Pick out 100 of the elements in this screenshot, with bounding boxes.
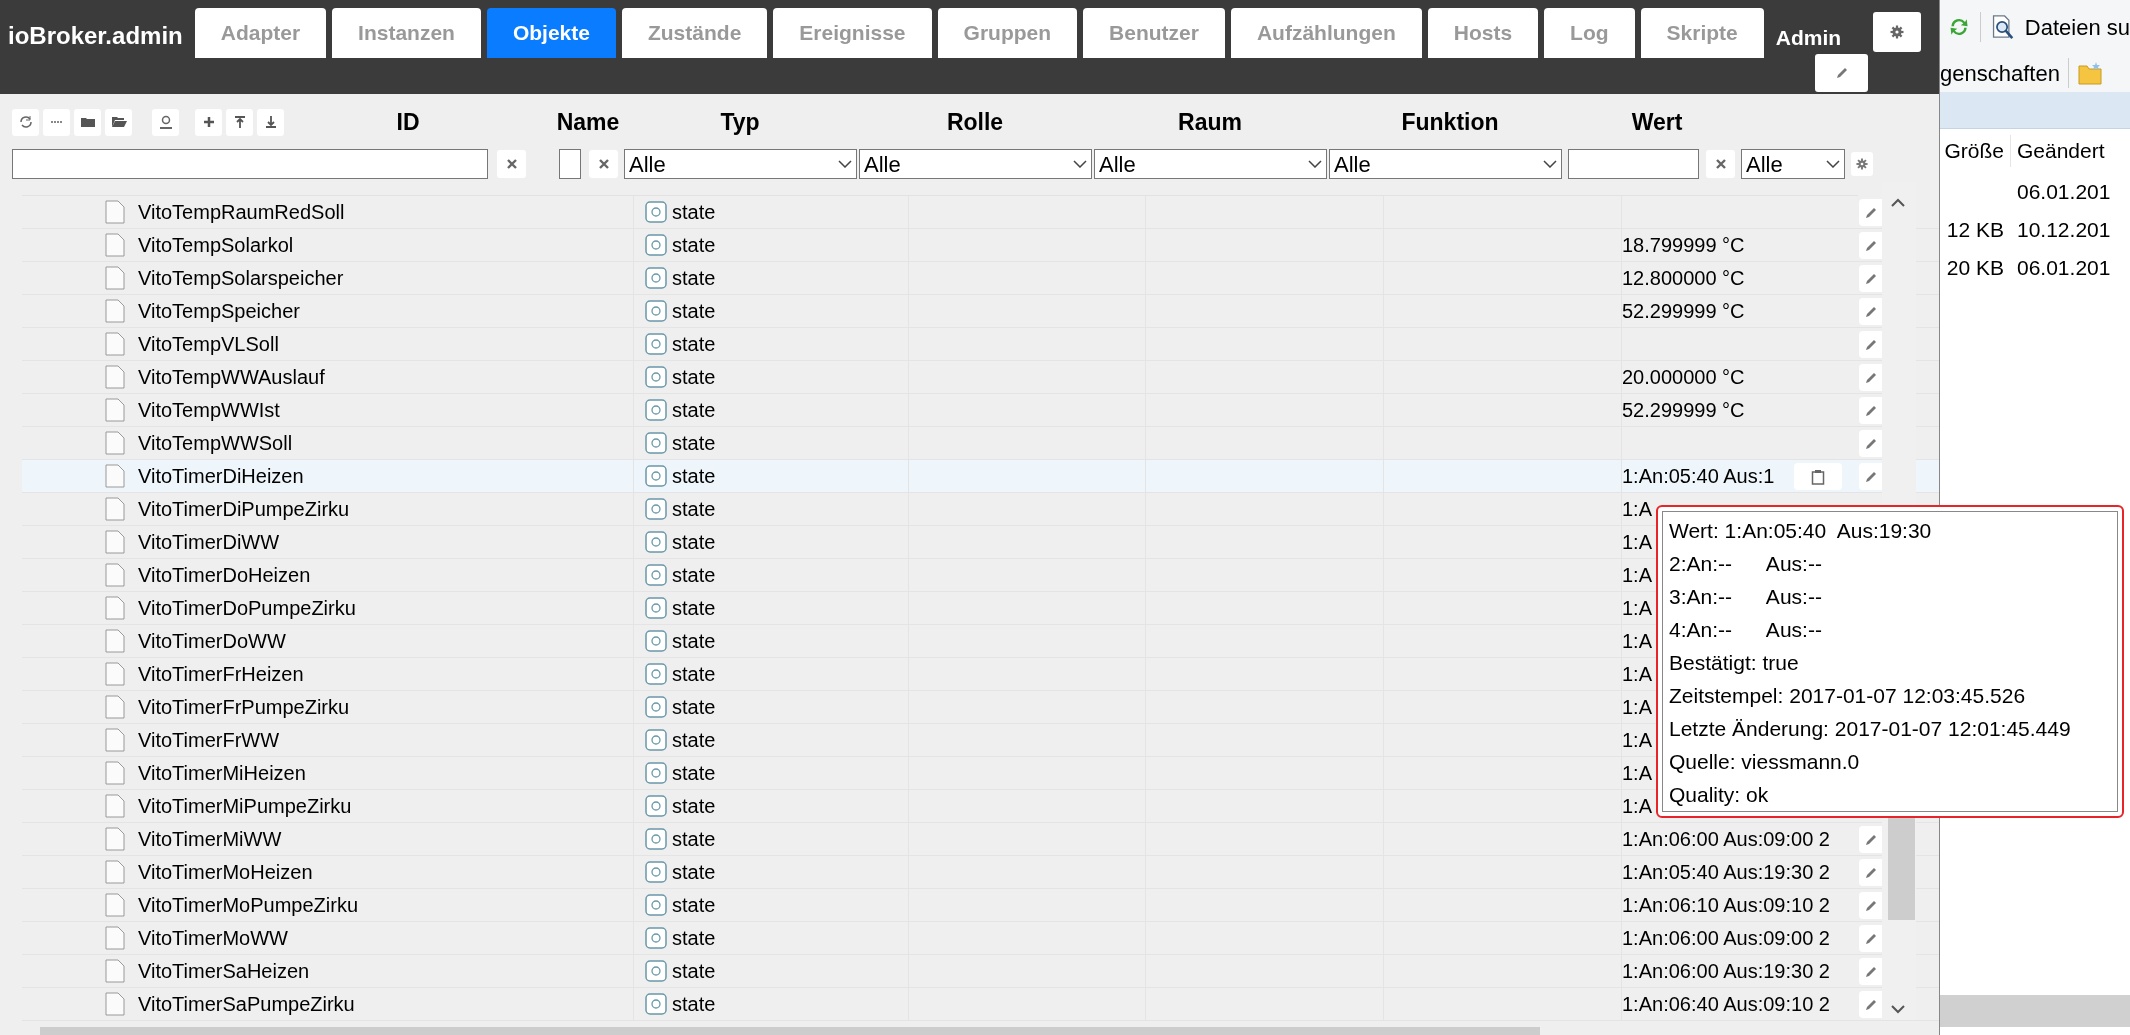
object-value: 1:A: [1622, 629, 1653, 654]
dropdown-caret-icon: [1826, 160, 1840, 168]
object-id[interactable]: VitoTempWWAuslauf: [138, 362, 325, 392]
object-id[interactable]: VitoTimerSaHeizen: [138, 956, 310, 986]
id-filter-field[interactable]: [12, 149, 488, 179]
column-header[interactable]: Geändert: [2010, 135, 2105, 167]
select-field[interactable]: Alle: [1329, 149, 1562, 179]
tab[interactable]: Objekte: [486, 8, 616, 58]
edit-button[interactable]: [1859, 463, 1883, 490]
object-id[interactable]: VitoTimerDoPumpeZirku: [138, 593, 356, 623]
object-id[interactable]: VitoTimerFrPumpeZirku: [138, 692, 350, 722]
object-value: 1:A: [1622, 662, 1653, 687]
object-id[interactable]: VitoTimerMiWW: [138, 824, 282, 854]
file-date: 06.01.201: [2016, 255, 2111, 282]
object-id[interactable]: VitoTimerFrWW: [138, 725, 280, 755]
edit-button[interactable]: [1859, 397, 1883, 424]
column-header: Name: [556, 107, 620, 137]
object-value: 1:A: [1622, 794, 1653, 819]
edit-button[interactable]: [1859, 859, 1883, 886]
object-id[interactable]: VitoTempWWIst: [138, 395, 280, 425]
clear-filter-button[interactable]: [497, 150, 526, 178]
object-type: state: [672, 332, 716, 357]
select-field[interactable]: Alle: [1741, 149, 1845, 179]
state-icon: [645, 828, 667, 850]
file-icon: [105, 497, 125, 521]
object-id[interactable]: VitoTimerMiPumpeZirku: [138, 791, 352, 821]
edit-button[interactable]: [1859, 265, 1883, 292]
download-button[interactable]: [257, 108, 284, 136]
edit-button[interactable]: [1859, 430, 1883, 457]
column-header: Raum: [1178, 107, 1242, 137]
select-field[interactable]: Alle: [624, 149, 857, 179]
state-icon: [645, 399, 667, 421]
object-type: state: [672, 233, 716, 258]
object-id[interactable]: VitoTempWWSoll: [138, 428, 293, 458]
settings-button[interactable]: [1873, 12, 1921, 52]
object-id[interactable]: VitoTimerSaPumpeZirku: [138, 989, 355, 1019]
object-value: 1:A: [1622, 530, 1653, 555]
scroll-up-icon[interactable]: [1891, 198, 1905, 207]
object-type: state: [672, 431, 716, 456]
tooltip-line: Zeitstempel: 2017-01-07 12:03:45.526: [1669, 682, 2027, 709]
horizontal-scrollbar[interactable]: [40, 1027, 1540, 1035]
columns-icon: [50, 120, 63, 124]
select-field[interactable]: Alle: [859, 149, 1092, 179]
clear-filter-button[interactable]: [589, 150, 618, 178]
search-icon[interactable]: [1990, 12, 2015, 42]
object-id[interactable]: VitoTimerDoHeizen: [138, 560, 311, 590]
dropdown-caret-icon: [838, 160, 852, 168]
edit-button[interactable]: [1859, 232, 1883, 259]
object-type: state: [672, 992, 716, 1017]
upload-button[interactable]: [226, 108, 253, 136]
object-type: state: [672, 728, 716, 753]
object-type: state: [672, 530, 716, 555]
object-id[interactable]: VitoTempSpeicher: [138, 296, 300, 326]
settings-button[interactable]: [1851, 152, 1873, 176]
name-filter-field[interactable]: [559, 149, 581, 179]
edit-button[interactable]: [1859, 298, 1883, 325]
object-id[interactable]: VitoTempSolarkol: [138, 230, 294, 260]
object-id[interactable]: VitoTimerMoHeizen: [138, 857, 313, 887]
object-id[interactable]: VitoTimerMiHeizen: [138, 758, 306, 788]
object-id[interactable]: VitoTimerFrHeizen: [138, 659, 304, 689]
object-id[interactable]: VitoTimerMoPumpeZirku: [138, 890, 359, 920]
select-field[interactable]: Alle: [1094, 149, 1327, 179]
object-id[interactable]: VitoTempVLSoll: [138, 329, 279, 359]
edit-button[interactable]: [1859, 925, 1883, 952]
file-date: 10.12.201: [2016, 217, 2111, 244]
edit-button[interactable]: [1859, 892, 1883, 919]
object-id[interactable]: VitoTimerDiWW: [138, 527, 280, 557]
pencil-icon: [1864, 205, 1878, 220]
column-header: Wert: [1631, 107, 1683, 137]
pencil-icon: [1864, 898, 1878, 913]
column-header[interactable]: Größe: [1940, 135, 2010, 167]
edit-button[interactable]: [1859, 364, 1883, 391]
edit-button[interactable]: [1859, 826, 1883, 853]
object-id[interactable]: VitoTimerDiPumpeZirku: [138, 494, 350, 524]
value-filter-field[interactable]: [1568, 149, 1699, 179]
scroll-down-icon[interactable]: [1891, 1005, 1905, 1014]
edit-button[interactable]: [1859, 199, 1883, 226]
edit-button[interactable]: [1859, 991, 1883, 1018]
pencil-icon: [1864, 469, 1878, 484]
object-id[interactable]: VitoTempRaumRedSoll: [138, 197, 345, 227]
file-icon: [105, 365, 125, 389]
file-icon: [105, 563, 125, 587]
object-type: state: [672, 926, 716, 951]
object-id[interactable]: VitoTempSolarspeicher: [138, 263, 344, 293]
folder-button[interactable]: [74, 108, 101, 136]
object-id[interactable]: VitoTimerDiHeizen: [138, 461, 304, 491]
file-icon: [105, 761, 125, 785]
edit-button[interactable]: [1859, 958, 1883, 985]
plus-button[interactable]: [195, 108, 222, 136]
copy-button[interactable]: [1794, 463, 1842, 490]
user-button[interactable]: [152, 108, 179, 136]
clear-filter-button[interactable]: [1706, 150, 1735, 178]
refresh-button[interactable]: [12, 108, 39, 136]
object-id[interactable]: VitoTimerMoWW: [138, 923, 288, 953]
object-id[interactable]: VitoTimerDoWW: [138, 626, 286, 656]
pencil-icon: [1864, 997, 1878, 1012]
state-icon: [645, 894, 667, 916]
state-icon: [645, 861, 667, 883]
folder-button[interactable]: [105, 108, 132, 136]
edit-button[interactable]: [1859, 331, 1883, 358]
